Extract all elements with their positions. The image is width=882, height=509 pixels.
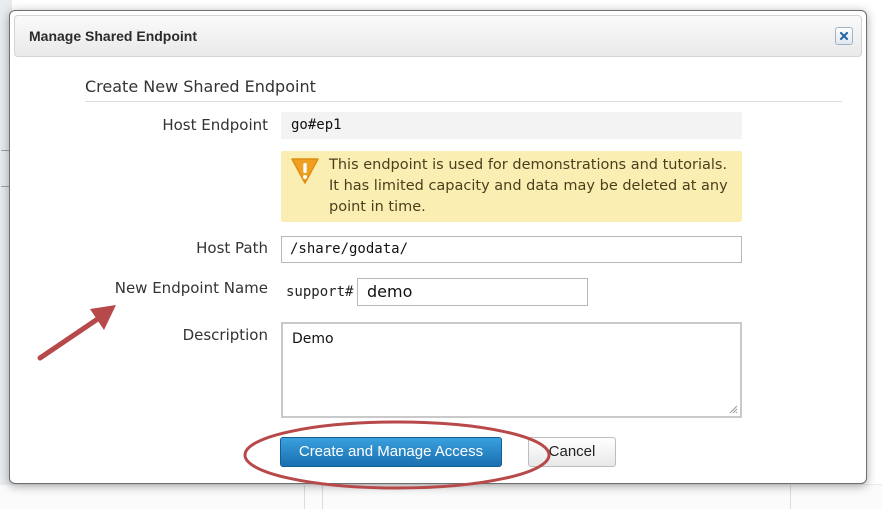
description-label: Description (182, 326, 268, 344)
background-line (1, 186, 9, 187)
resize-grip-icon[interactable] (729, 405, 738, 414)
host-endpoint-label: Host Endpoint (162, 116, 268, 134)
endpoint-name-input[interactable]: demo (357, 278, 588, 306)
manage-shared-endpoint-dialog: Manage Shared Endpoint Create New Shared… (9, 10, 867, 484)
close-button[interactable] (835, 27, 853, 45)
host-path-input[interactable]: /share/godata/ (281, 236, 742, 263)
new-endpoint-name-label: New Endpoint Name (114, 279, 268, 297)
host-endpoint-value: go#ep1 (281, 112, 742, 139)
warning-text: This endpoint is used for demonstrations… (329, 157, 728, 215)
warning-message: This endpoint is used for demonstrations… (281, 151, 742, 222)
dialog-titlebar: Manage Shared Endpoint (14, 15, 862, 57)
background-line (1, 150, 9, 151)
background-divider (790, 485, 791, 509)
cancel-button[interactable]: Cancel (528, 437, 616, 467)
background-page-strip (0, 484, 882, 509)
close-icon (839, 31, 849, 41)
description-textarea[interactable]: Demo (281, 322, 742, 418)
section-divider (85, 101, 842, 102)
create-and-manage-access-button[interactable]: Create and Manage Access (280, 437, 502, 467)
background-divider (322, 485, 323, 509)
section-title: Create New Shared Endpoint (85, 77, 316, 96)
description-text: Demo (292, 331, 334, 347)
endpoint-name-prefix: support# (286, 284, 354, 300)
background-divider (304, 485, 305, 509)
warning-icon (291, 158, 319, 184)
dialog-title: Manage Shared Endpoint (29, 28, 198, 44)
host-path-label: Host Path (196, 239, 268, 257)
